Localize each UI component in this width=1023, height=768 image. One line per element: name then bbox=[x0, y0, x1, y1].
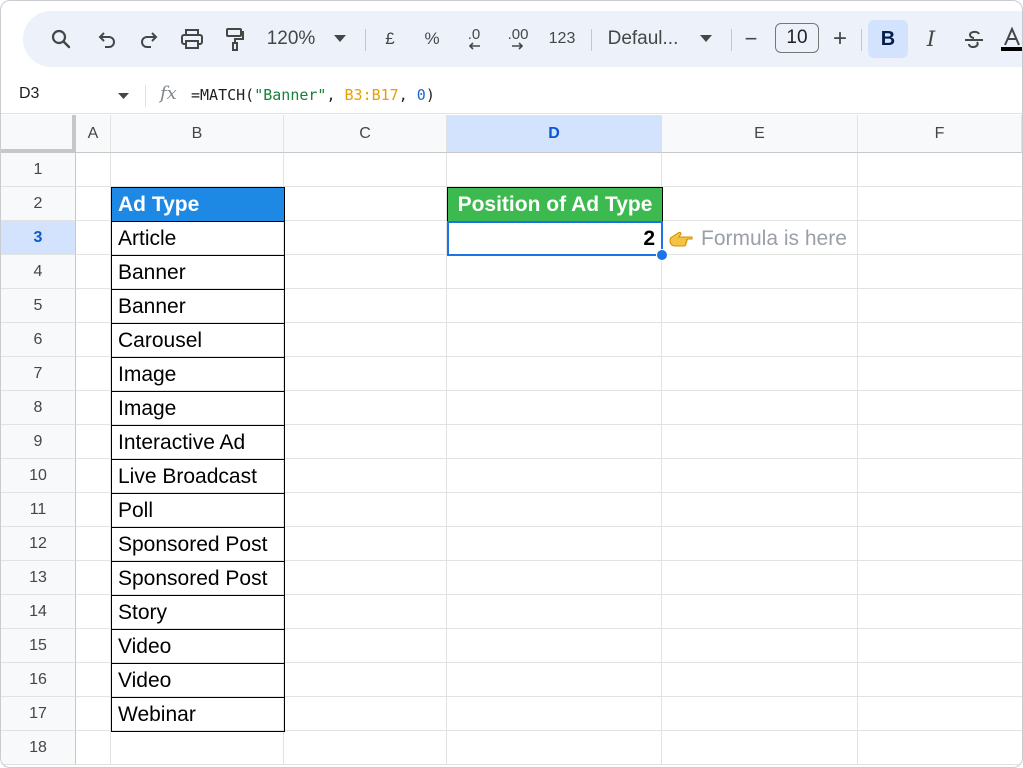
increase-decimal-label: .00 bbox=[507, 26, 529, 43]
number-format-button[interactable]: 123 bbox=[545, 11, 579, 67]
row-header-17[interactable]: 17 bbox=[1, 697, 76, 731]
column-header-a[interactable]: A bbox=[76, 115, 111, 153]
arrow-right-icon bbox=[512, 42, 524, 50]
formula-note: Formula is here bbox=[669, 227, 847, 251]
ad-type-cell[interactable]: Sponsored Post bbox=[111, 527, 285, 562]
zoom-dropdown-icon[interactable] bbox=[329, 11, 351, 67]
font-size-input[interactable]: 10 bbox=[775, 23, 819, 53]
print-icon[interactable] bbox=[176, 11, 208, 67]
pointing-hand-icon bbox=[669, 231, 693, 247]
spreadsheet-window: 120% £ % .0 .00 123 Defaul... − 10 + B I bbox=[0, 0, 1023, 768]
active-cell-d3[interactable]: 2 bbox=[447, 221, 663, 256]
formula-input[interactable]: =MATCH("Banner", B3:B17, 0) bbox=[191, 86, 435, 104]
formula-range-arg: B3:B17 bbox=[344, 86, 399, 104]
name-box[interactable]: D3 bbox=[19, 85, 39, 103]
row-header-16[interactable]: 16 bbox=[1, 663, 76, 697]
row-header-2[interactable]: 2 bbox=[1, 187, 76, 221]
ad-type-cell[interactable]: Webinar bbox=[111, 697, 285, 732]
ad-type-cell[interactable]: Banner bbox=[111, 255, 285, 290]
ad-type-cell[interactable]: Live Broadcast bbox=[111, 459, 285, 494]
fx-icon: fx bbox=[160, 83, 177, 104]
formula-divider bbox=[145, 85, 146, 107]
ad-type-cell[interactable]: Carousel bbox=[111, 323, 285, 358]
row-header-10[interactable]: 10 bbox=[1, 459, 76, 493]
formula-bar: D3 fx =MATCH("Banner", B3:B17, 0) bbox=[1, 77, 1022, 114]
ad-type-cell[interactable]: Image bbox=[111, 391, 285, 426]
formula-note-text: Formula is here bbox=[701, 227, 847, 250]
bold-button[interactable]: B bbox=[868, 20, 908, 58]
row-header-3[interactable]: 3 bbox=[1, 221, 76, 255]
ad-type-cell[interactable]: Interactive Ad bbox=[111, 425, 285, 460]
column-header-c[interactable]: C bbox=[284, 115, 447, 153]
row-header-6[interactable]: 6 bbox=[1, 323, 76, 357]
row-header-1[interactable]: 1 bbox=[1, 153, 76, 187]
ad-type-cell[interactable]: Image bbox=[111, 357, 285, 392]
column-header-b[interactable]: B bbox=[111, 115, 284, 153]
strikethrough-icon[interactable] bbox=[959, 11, 989, 67]
toolbar: 120% £ % .0 .00 123 Defaul... − 10 + B I bbox=[23, 11, 1022, 67]
row-header-5[interactable]: 5 bbox=[1, 289, 76, 323]
ad-type-cell[interactable]: Poll bbox=[111, 493, 285, 528]
name-box-dropdown-icon[interactable] bbox=[118, 93, 129, 100]
position-header-cell[interactable]: Position of Ad Type bbox=[447, 187, 663, 222]
zoom-select[interactable]: 120% bbox=[263, 11, 319, 67]
italic-button[interactable]: I bbox=[917, 11, 945, 67]
formula-string-arg: "Banner" bbox=[254, 86, 327, 104]
toolbar-divider bbox=[731, 29, 732, 51]
row-header-14[interactable]: 14 bbox=[1, 595, 76, 629]
font-select[interactable]: Defaul... bbox=[605, 11, 681, 67]
row-header-18[interactable]: 18 bbox=[1, 731, 76, 765]
select-all-corner[interactable] bbox=[1, 115, 76, 153]
toolbar-divider bbox=[591, 29, 592, 51]
column-header-f[interactable]: F bbox=[858, 115, 1022, 153]
increase-font-size-button[interactable]: + bbox=[827, 11, 853, 67]
undo-icon[interactable] bbox=[91, 11, 123, 67]
row-header-15[interactable]: 15 bbox=[1, 629, 76, 663]
formula-number-arg: 0 bbox=[416, 86, 426, 104]
row-header-12[interactable]: 12 bbox=[1, 527, 76, 561]
formula-suffix: ) bbox=[425, 86, 435, 104]
text-color-icon[interactable] bbox=[997, 11, 1022, 67]
decrease-decimal-button[interactable]: .0 bbox=[457, 11, 491, 67]
ad-type-cell[interactable]: Video bbox=[111, 629, 285, 664]
row-header-13[interactable]: 13 bbox=[1, 561, 76, 595]
font-dropdown-icon[interactable] bbox=[695, 11, 717, 67]
increase-decimal-button[interactable]: .00 bbox=[499, 11, 537, 67]
row-header-4[interactable]: 4 bbox=[1, 255, 76, 289]
ad-type-header-cell[interactable]: Ad Type bbox=[111, 187, 285, 222]
fill-handle[interactable] bbox=[656, 249, 668, 261]
arrow-left-icon bbox=[468, 42, 480, 50]
currency-format-button[interactable]: £ bbox=[377, 11, 403, 67]
row-header-11[interactable]: 11 bbox=[1, 493, 76, 527]
column-header-e[interactable]: E bbox=[662, 115, 858, 153]
toolbar-divider bbox=[861, 29, 862, 51]
ad-type-cell[interactable]: Banner bbox=[111, 289, 285, 324]
formula-separator: , bbox=[398, 86, 417, 104]
percent-format-button[interactable]: % bbox=[419, 11, 445, 67]
paint-format-icon[interactable] bbox=[219, 11, 251, 67]
column-header-d[interactable]: D bbox=[447, 115, 662, 153]
redo-icon[interactable] bbox=[133, 11, 165, 67]
formula-prefix: =MATCH( bbox=[191, 86, 255, 104]
search-icon[interactable] bbox=[45, 11, 77, 67]
ad-type-cell[interactable]: Video bbox=[111, 663, 285, 698]
decrease-decimal-label: .0 bbox=[467, 26, 481, 43]
gridline-horizontal bbox=[76, 764, 1022, 765]
ad-type-cell[interactable]: Sponsored Post bbox=[111, 561, 285, 596]
row-header-8[interactable]: 8 bbox=[1, 391, 76, 425]
ad-type-cell[interactable]: Story bbox=[111, 595, 285, 630]
row-header-9[interactable]: 9 bbox=[1, 425, 76, 459]
row-header-7[interactable]: 7 bbox=[1, 357, 76, 391]
gridline-vertical bbox=[857, 153, 858, 765]
formula-separator: , bbox=[326, 86, 345, 104]
toolbar-divider bbox=[365, 29, 366, 51]
ad-type-cell[interactable]: Article bbox=[111, 221, 285, 256]
decrease-font-size-button[interactable]: − bbox=[739, 11, 763, 67]
